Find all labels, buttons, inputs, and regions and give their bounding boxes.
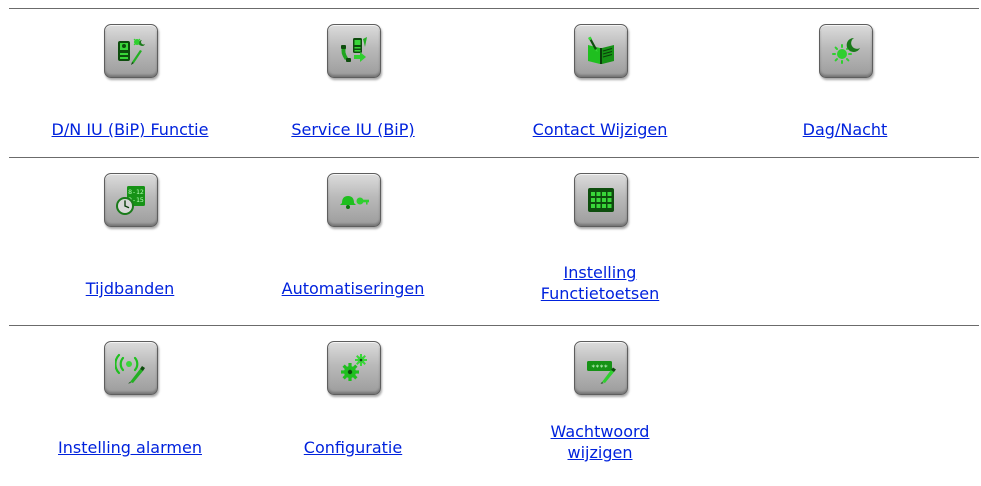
menu-item-label[interactable]: Service IU (BiP) [245, 119, 461, 140]
menu-item-service-iu[interactable]: Service IU (BiP) [245, 9, 461, 159]
menu-item-day-night[interactable]: Dag/Nacht [737, 9, 953, 159]
svg-text:8-12: 8-12 [128, 188, 144, 196]
menu-item-alarm-settings[interactable]: Instelling alarmen [22, 326, 238, 476]
menu-item-label[interactable]: Instelling Functietoetsen [492, 262, 708, 304]
intercom-day-night-icon[interactable] [104, 24, 158, 78]
menu-row-3: Instelling alarmen Configuratie **** Wac… [9, 326, 979, 476]
service-intercom-icon[interactable] [327, 24, 381, 78]
menu-item-contact-edit[interactable]: Contact Wijzigen [492, 9, 708, 159]
svg-text:****: **** [591, 364, 608, 372]
menu-item-label[interactable]: D/N IU (BiP) Functie [22, 119, 238, 140]
menu-item-label[interactable]: Instelling alarmen [22, 437, 238, 458]
clock-timeband-icon[interactable]: 8-12 2-15 [104, 173, 158, 227]
menu-item-time-bands[interactable]: 8-12 2-15 Tijdbanden [22, 158, 238, 325]
menu-item-label[interactable]: Dag/Nacht [737, 119, 953, 140]
menu-item-change-password[interactable]: **** Wachtwoord wijzigen [492, 326, 708, 476]
menu-row-2: 8-12 2-15 Tijdbanden Automatiseringen In… [9, 158, 979, 325]
password-edit-icon[interactable]: **** [574, 341, 628, 395]
menu-item-label[interactable]: Contact Wijzigen [492, 119, 708, 140]
menu-item-function-keys-settings[interactable]: Instelling Functietoetsen [492, 158, 708, 325]
menu-item-label[interactable]: Automatiseringen [245, 278, 461, 299]
menu-item-dn-iu-function[interactable]: D/N IU (BiP) Functie [22, 9, 238, 159]
menu-item-automations[interactable]: Automatiseringen [245, 158, 461, 325]
menu-item-label[interactable]: Tijdbanden [22, 278, 238, 299]
alarm-signal-icon[interactable] [104, 341, 158, 395]
keypad-grid-icon[interactable] [574, 173, 628, 227]
menu-item-configuration[interactable]: Configuratie [245, 326, 461, 476]
sun-moon-icon[interactable] [819, 24, 873, 78]
gears-icon[interactable] [327, 341, 381, 395]
menu-item-label[interactable]: Wachtwoord wijzigen [492, 421, 708, 463]
menu-row-1: D/N IU (BiP) Functie Service IU (BiP) Co… [9, 9, 979, 159]
bell-key-icon[interactable] [327, 173, 381, 227]
address-book-edit-icon[interactable] [574, 24, 628, 78]
menu-item-label[interactable]: Configuratie [245, 437, 461, 458]
